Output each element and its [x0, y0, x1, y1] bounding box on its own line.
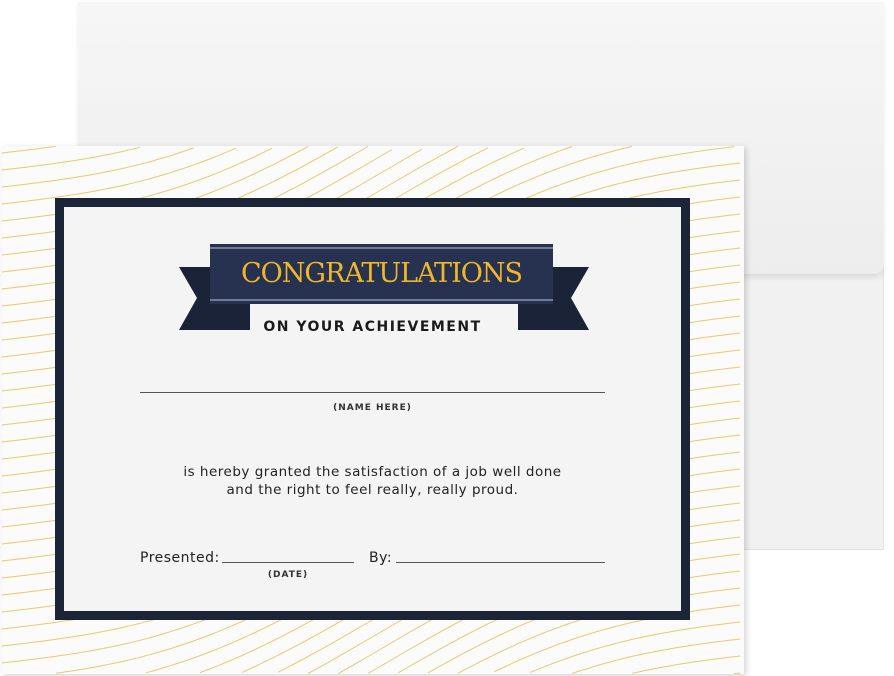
date-caption: (DATE)	[267, 570, 309, 580]
name-line	[140, 392, 605, 393]
name-caption: (NAME HERE)	[333, 403, 412, 413]
body-line-1: is hereby granted the satisfaction of a …	[183, 464, 562, 480]
signature-line	[396, 562, 605, 563]
certificate-title: CONGRATULATIONS	[241, 258, 523, 289]
by-label: By:	[369, 550, 393, 566]
wave-line	[2, 147, 195, 188]
wave-line	[631, 655, 741, 674]
wave-line	[733, 672, 741, 674]
body-line-2: and the right to feel really, really pro…	[226, 482, 519, 498]
wave-line	[2, 147, 237, 205]
presented-label: Presented:	[140, 550, 220, 566]
wave-line	[529, 621, 741, 674]
certificate-subtitle: ON YOUR ACHIEVEMENT	[263, 319, 482, 335]
wave-line	[2, 146, 57, 154]
certificate-frame: CONGRATULATIONS ON YOUR ACHIEVEMENT (NAM…	[55, 198, 690, 620]
certificate-card: CONGRATULATIONS ON YOUR ACHIEVEMENT (NAM…	[2, 146, 744, 674]
certificate-body: is hereby granted the satisfaction of a …	[64, 463, 681, 499]
date-line	[222, 562, 354, 563]
